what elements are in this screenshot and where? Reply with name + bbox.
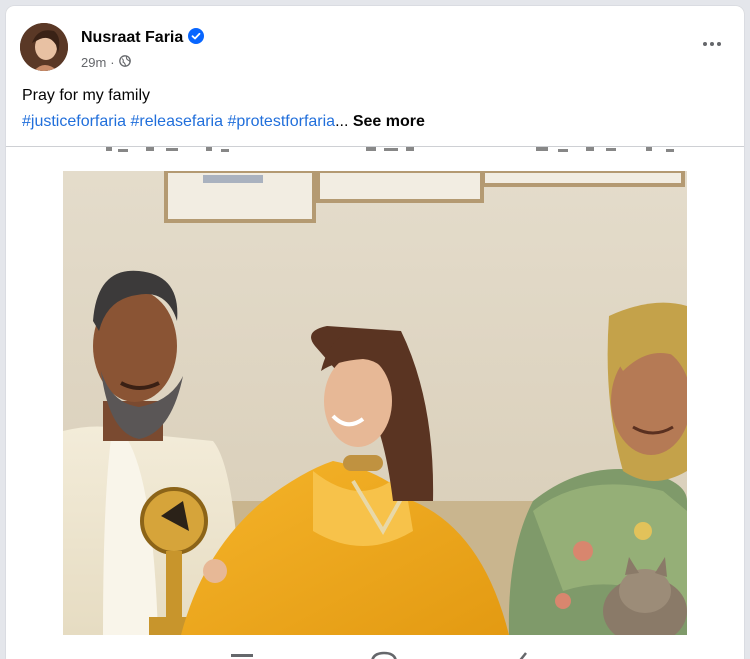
cropped-caption-fragments	[106, 147, 674, 152]
photo-image	[63, 171, 687, 635]
see-more-link[interactable]: See more	[353, 113, 425, 130]
hashtag-link[interactable]: #justiceforfaria	[22, 113, 126, 130]
action-bar-partial	[6, 643, 744, 659]
author-name-text[interactable]: Nusraat Faria	[81, 29, 183, 46]
ellipsis: ...	[335, 113, 349, 130]
post-card: Nusraat Faria 29m · Pray for my family #…	[6, 6, 744, 659]
meta-separator: ·	[110, 55, 115, 70]
post-meta: 29m ·	[81, 55, 131, 70]
post-hashtags-line: #justiceforfaria #releasefaria #protestf…	[22, 113, 425, 131]
globe-icon[interactable]	[118, 55, 131, 70]
verified-badge-icon	[188, 28, 205, 49]
more-options-icon[interactable]	[700, 36, 724, 52]
post-media[interactable]	[6, 147, 744, 659]
post-text: Pray for my family	[22, 87, 151, 104]
hashtag-link[interactable]: #releasefaria	[131, 113, 224, 130]
post-photo[interactable]	[63, 171, 687, 635]
hashtag-link[interactable]: #protestforfaria	[227, 113, 335, 130]
avatar-image	[20, 23, 68, 71]
post-timestamp[interactable]: 29m	[81, 55, 106, 70]
action-icons-cropped	[231, 651, 527, 659]
author-name[interactable]: Nusraat Faria	[81, 28, 205, 49]
avatar[interactable]	[20, 23, 68, 71]
